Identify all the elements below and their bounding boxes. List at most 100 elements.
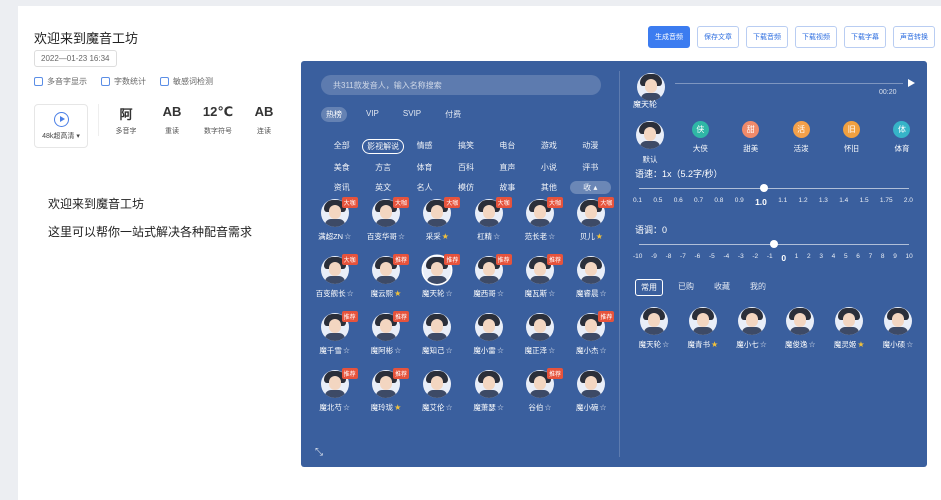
edit-tool[interactable]: 12℃ 数字符号 — [195, 104, 241, 136]
voice-item[interactable]: 大咖 采采★ — [412, 197, 463, 242]
voice-item[interactable]: 魔俊逸☆ — [777, 307, 823, 350]
voice-item[interactable]: 魔小七☆ — [729, 307, 775, 350]
voice-item[interactable]: 魔小硕☆ — [875, 307, 921, 350]
voice-item[interactable]: 推荐 魔瓦斯☆ — [514, 254, 565, 299]
tier-tab[interactable]: VIP — [361, 107, 384, 122]
favorite-star-icon[interactable]: ☆ — [347, 289, 354, 298]
favorite-star-icon[interactable]: ☆ — [398, 232, 405, 241]
favorite-star-icon[interactable]: ☆ — [445, 289, 452, 298]
favorite-star-icon[interactable]: ☆ — [343, 346, 350, 355]
collection-tab[interactable]: 常用 — [635, 279, 663, 296]
favorite-star-icon[interactable]: ★ — [711, 340, 718, 349]
speed-slider-knob[interactable] — [759, 184, 768, 192]
pitch-slider[interactable] — [639, 240, 909, 248]
voice-item[interactable]: 大咖 满超ZN☆ — [309, 197, 360, 242]
voice-item[interactable]: 魔正泽☆ — [514, 313, 565, 356]
edit-tool[interactable]: AB 连读 — [241, 104, 287, 136]
voice-search-input[interactable]: 共311款发音人，输入名称搜索 — [321, 75, 601, 95]
voice-item[interactable]: 魔青书★ — [680, 307, 726, 350]
voice-item[interactable]: 魔萧瑟☆ — [463, 370, 514, 413]
favorite-star-icon[interactable]: ☆ — [544, 403, 551, 412]
tier-tab[interactable]: SVIP — [398, 107, 426, 122]
favorite-star-icon[interactable]: ☆ — [548, 232, 555, 241]
category-item[interactable]: 百科 — [445, 161, 486, 174]
category-item[interactable]: 收 ▴ — [569, 181, 611, 194]
document-title[interactable]: 欢迎来到魔音工坊 — [34, 28, 138, 47]
category-item[interactable]: 电台 — [487, 139, 528, 154]
voice-item[interactable]: 魔艾伦☆ — [412, 370, 463, 413]
favorite-star-icon[interactable]: ☆ — [548, 346, 555, 355]
voice-item[interactable]: 大咖 杠精☆ — [463, 197, 514, 242]
favorite-star-icon[interactable]: ☆ — [343, 403, 350, 412]
voice-item[interactable]: 魔睿晨☆ — [566, 256, 617, 299]
favorite-star-icon[interactable]: ★ — [596, 232, 603, 241]
favorite-star-icon[interactable]: ☆ — [599, 346, 606, 355]
collection-tab[interactable]: 收藏 — [709, 279, 735, 296]
category-item[interactable]: 美食 — [321, 161, 362, 174]
voice-item[interactable]: 推荐 魔小杰☆ — [566, 311, 617, 356]
emotion-style[interactable]: 甜甜美 — [732, 121, 770, 165]
preview-play-icon[interactable] — [908, 79, 915, 87]
collection-tab[interactable]: 我的 — [745, 279, 771, 296]
voice-item[interactable]: 大咖 百变舰长☆ — [309, 254, 360, 299]
voice-item[interactable]: 魔知己☆ — [412, 313, 463, 356]
edit-tool[interactable]: 阿多音字 — [103, 104, 149, 136]
voice-item[interactable]: 魔灵姬★ — [826, 307, 872, 350]
collection-tab[interactable]: 已购 — [673, 279, 699, 296]
preview-progress-bar[interactable] — [675, 83, 903, 84]
voice-item[interactable]: 推荐 魔玲珑★ — [360, 368, 411, 413]
favorite-star-icon[interactable]: ☆ — [662, 340, 669, 349]
category-item[interactable]: 名人 — [404, 181, 445, 194]
voice-item[interactable]: 推荐 谷伯☆ — [514, 368, 565, 413]
category-item[interactable]: 英文 — [362, 181, 403, 194]
category-item[interactable]: 方言 — [362, 161, 403, 174]
tier-tab[interactable]: 热榜 — [321, 107, 347, 122]
download-subtitle-button[interactable]: 下载字幕 — [844, 26, 886, 48]
voice-item[interactable]: 魔小碗☆ — [566, 370, 617, 413]
voice-item[interactable]: 大咖 百变华哥☆ — [360, 197, 411, 242]
category-item[interactable]: 直声 — [487, 161, 528, 174]
save-article-button[interactable]: 保存文章 — [697, 26, 739, 48]
favorite-star-icon[interactable]: ☆ — [599, 403, 606, 412]
favorite-star-icon[interactable]: ☆ — [548, 289, 555, 298]
favorite-star-icon[interactable]: ★ — [394, 289, 401, 298]
tier-tab[interactable]: 付费 — [440, 107, 466, 122]
speed-slider[interactable] — [639, 184, 909, 192]
favorite-star-icon[interactable]: ☆ — [394, 346, 401, 355]
category-item[interactable]: 资讯 — [321, 181, 362, 194]
category-item[interactable]: 全部 — [321, 139, 362, 154]
favorite-star-icon[interactable]: ☆ — [599, 289, 606, 298]
emotion-style[interactable]: 体体育 — [883, 121, 921, 165]
favorite-star-icon[interactable]: ★ — [442, 232, 449, 241]
category-item[interactable]: 评书 — [570, 161, 611, 174]
word-count-toggle[interactable]: 字数统计 — [101, 76, 146, 87]
category-item[interactable]: 搞笑 — [445, 139, 486, 154]
category-item[interactable]: 动漫 — [570, 139, 611, 154]
download-audio-button[interactable]: 下载音频 — [746, 26, 788, 48]
voice-item[interactable]: 魔小雷☆ — [463, 313, 514, 356]
collapse-icon[interactable]: ⤡ — [315, 447, 323, 458]
voice-item[interactable]: 推荐 魔天轮☆ — [412, 254, 463, 299]
polyphone-display-toggle[interactable]: 多音字显示 — [34, 76, 87, 87]
voice-item[interactable]: 推荐 魔北芍☆ — [309, 368, 360, 413]
sensitive-check-toggle[interactable]: 敏感词检测 — [160, 76, 213, 87]
emotion-style[interactable]: 活活泼 — [782, 121, 820, 165]
voice-item[interactable]: 推荐 魔云熙★ — [360, 254, 411, 299]
voice-item[interactable]: 推荐 魔千雪☆ — [309, 311, 360, 356]
quality-selector[interactable]: 48k超高清 ▾ — [34, 104, 88, 148]
category-item[interactable]: 影视解说 — [362, 139, 404, 154]
voice-item[interactable]: 大咖 范长老☆ — [514, 197, 565, 242]
category-item[interactable]: 小说 — [528, 161, 569, 174]
favorite-star-icon[interactable]: ☆ — [497, 403, 504, 412]
category-item[interactable]: 其他 — [528, 181, 569, 194]
voice-item[interactable]: 推荐 魔西哥☆ — [463, 254, 514, 299]
favorite-star-icon[interactable]: ☆ — [493, 232, 500, 241]
favorite-star-icon[interactable]: ★ — [857, 340, 864, 349]
voice-convert-button[interactable]: 声音转换 — [893, 26, 935, 48]
category-item[interactable]: 体育 — [404, 161, 445, 174]
favorite-star-icon[interactable]: ☆ — [445, 403, 452, 412]
voice-item[interactable]: 大咖 贝儿★ — [566, 197, 617, 242]
emotion-style[interactable]: 旧怀旧 — [833, 121, 871, 165]
pitch-slider-knob[interactable] — [770, 240, 778, 248]
category-item[interactable]: 故事 — [487, 181, 528, 194]
